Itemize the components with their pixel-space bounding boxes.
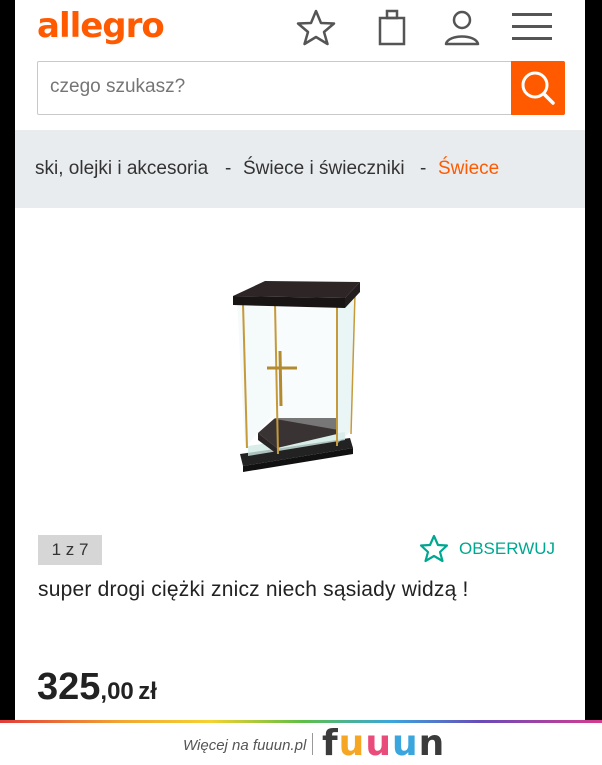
star-icon [419,534,449,563]
product-price: 325,00 zł [37,666,157,709]
breadcrumb-item-current[interactable]: Świece [438,158,499,180]
price-fraction: ,00 [100,678,134,705]
watermark-footer: Więcej na fuuun.pl fuuun [0,720,602,765]
fuuun-logo[interactable]: fuuun [322,723,445,764]
price-integer: 325 [37,666,101,708]
shopping-bag-icon[interactable] [372,8,412,46]
search-bar [37,61,565,115]
search-input[interactable] [50,76,490,98]
header: allegro [15,0,585,130]
breadcrumb-item[interactable]: Świece i świeczniki [243,158,405,180]
observe-label: OBSERWUJ [459,539,556,558]
star-icon[interactable] [296,8,336,46]
product-title: super drogi ciężki znicz niech sąsiady w… [38,578,469,601]
footer-divider [312,733,313,755]
product-image[interactable] [15,208,585,528]
rainbow-divider [0,720,602,723]
gallery-counter: 1 z 7 [38,535,102,565]
breadcrumb-separator: - [225,158,232,179]
app-screen: allegro czego szukasz? ski, olejki i akc… [15,0,585,720]
search-icon [521,71,555,105]
menu-icon[interactable] [511,10,552,48]
breadcrumb-separator: - [420,158,427,179]
more-link[interactable]: Więcej na fuuun.pl [183,737,306,754]
breadcrumb-item[interactable]: ski, olejki i akcesoria [35,158,208,180]
allegro-logo[interactable]: allegro [37,6,165,46]
search-button[interactable] [511,61,565,115]
price-currency: zł [138,678,157,705]
breadcrumb: ski, olejki i akcesoria - Świece i świec… [15,130,585,208]
user-icon[interactable] [442,8,482,46]
